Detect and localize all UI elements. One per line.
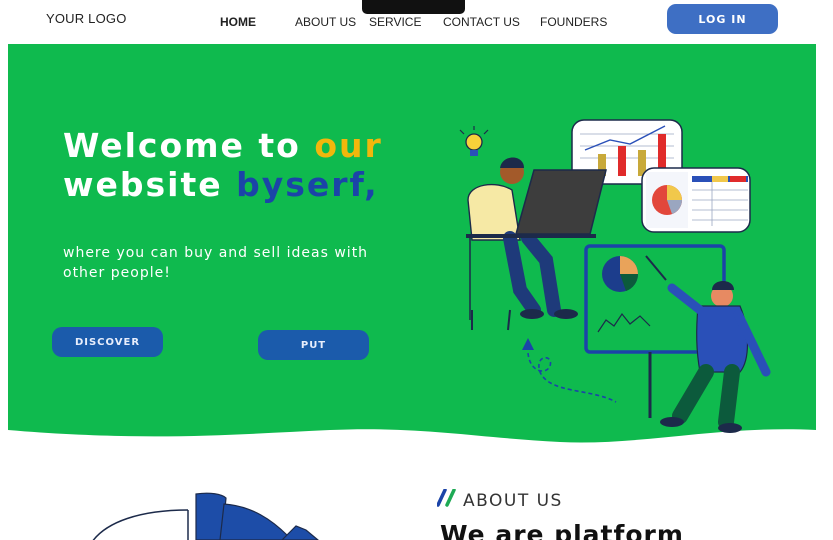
hero-illustration — [459, 119, 771, 433]
hero-subtitle: where you can buy and sell ideas with ot… — [63, 245, 369, 281]
about-label: ABOUT US — [463, 491, 563, 511]
put-button[interactable]: PUT — [258, 330, 369, 360]
discover-button[interactable]: DISCOVER — [52, 327, 163, 357]
about-heading: We are platform — [440, 520, 684, 540]
about-slashes-icon — [437, 489, 456, 507]
pie-table-card — [641, 167, 751, 233]
lightbulb-icon — [459, 126, 489, 156]
hero-title: Welcome to our website byserf, — [63, 126, 383, 204]
dashed-arrow-icon — [522, 338, 617, 403]
about-pie-illustration — [92, 492, 319, 540]
man-presenting — [660, 281, 771, 433]
